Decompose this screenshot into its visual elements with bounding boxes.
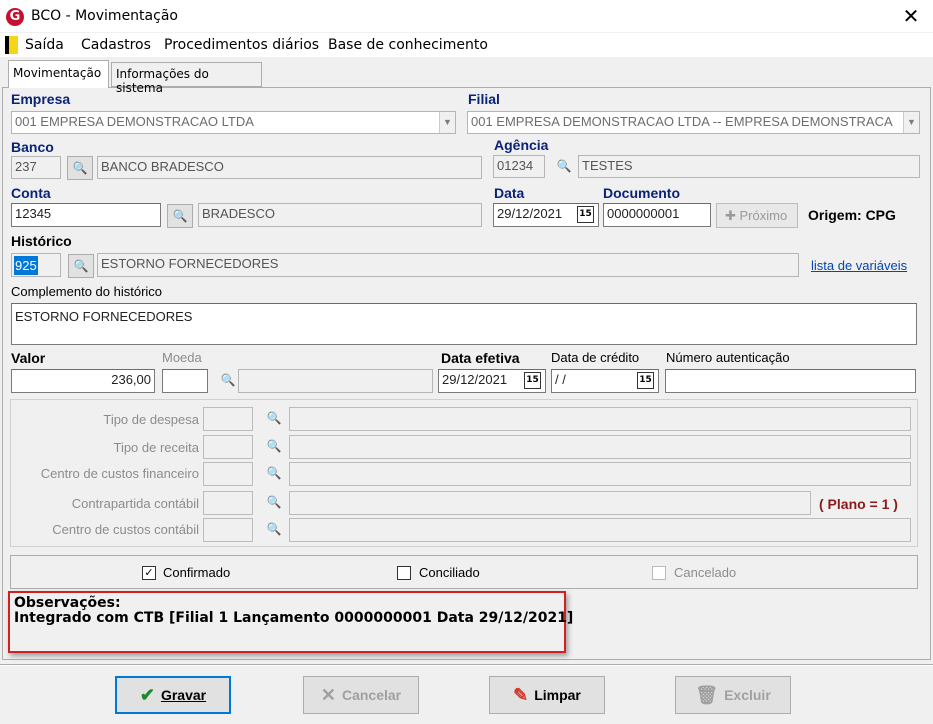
agencia-search-binoculars-icon[interactable]: 🔍 xyxy=(551,155,577,179)
historico-code-field[interactable]: 925 xyxy=(11,253,61,277)
limpar-label: Limpar xyxy=(534,687,581,703)
cancelar-label: Cancelar xyxy=(341,687,402,703)
proximo-button[interactable]: ✚ Próximo xyxy=(716,203,798,228)
conta-code-field[interactable]: 12345 xyxy=(11,203,161,227)
data-label: Data xyxy=(494,185,525,201)
agencia-label: Agência xyxy=(494,137,549,153)
observacoes-title: Observações: xyxy=(14,595,121,611)
historico-label: Histórico xyxy=(11,233,72,249)
plus-icon: ✚ xyxy=(725,208,740,223)
cancelado-label: Cancelado xyxy=(674,565,737,580)
confirmado-checkbox[interactable]: ✓ xyxy=(142,566,156,580)
conciliado-checkbox[interactable] xyxy=(397,566,411,580)
complemento-label: Complemento do histórico xyxy=(11,284,163,299)
numero-autenticacao-field[interactable] xyxy=(665,369,916,393)
valor-field[interactable]: 236,00 xyxy=(11,369,155,393)
empresa-select[interactable]: 001 EMPRESA DEMONSTRACAO LTDA xyxy=(11,111,456,134)
documento-field[interactable]: 0000000001 xyxy=(603,203,711,227)
menu-base-conhecimento[interactable]: Base de conhecimento xyxy=(328,37,488,53)
window-title: BCO - Movimentação xyxy=(31,8,178,24)
exit-door-icon[interactable] xyxy=(5,36,18,54)
tipo-receita-code xyxy=(203,435,253,459)
cancelar-button: ✕ Cancelar xyxy=(303,676,419,714)
menu-cadastros[interactable]: Cadastros xyxy=(81,37,151,53)
numero-autenticacao-label: Número autenticação xyxy=(666,350,790,365)
excluir-button: 🗑 Excluir xyxy=(675,676,791,714)
centro-custos-financeiro-name xyxy=(289,462,911,486)
app-logo-icon: G xyxy=(6,8,24,26)
data-credito-calendar-icon[interactable]: 15 xyxy=(637,372,654,389)
moeda-label: Moeda xyxy=(162,350,202,365)
limpar-button[interactable]: ✎ Limpar xyxy=(489,676,605,714)
tipo-receita-name xyxy=(289,435,911,459)
contrapartida-contabil-code xyxy=(203,491,253,515)
eraser-icon: ✎ xyxy=(513,684,529,705)
menu-procedimentos-diarios[interactable]: Procedimentos diários xyxy=(164,37,319,53)
centro-custos-contabil-name xyxy=(289,518,911,542)
observacoes-text: Integrado com CTB [Filial 1 Lançamento 0… xyxy=(14,610,574,626)
complemento-textarea[interactable]: ESTORNO FORNECEDORES xyxy=(11,303,917,345)
centro-custos-financeiro-label: Centro de custos financeiro xyxy=(40,466,199,481)
conta-name-field: BRADESCO xyxy=(198,203,482,227)
data-efetiva-label: Data efetiva xyxy=(441,350,520,366)
tipo-despesa-label: Tipo de despesa xyxy=(103,412,199,427)
moeda-code-field[interactable] xyxy=(162,369,208,393)
proximo-label: Próximo xyxy=(739,208,788,223)
centro-custos-contabil-code xyxy=(203,518,253,542)
tipo-despesa-name xyxy=(289,407,911,431)
banco-label: Banco xyxy=(11,139,54,155)
origem-text: Origem: CPG xyxy=(808,207,896,223)
filial-select[interactable]: 001 EMPRESA DEMONSTRACAO LTDA -- EMPRESA… xyxy=(467,111,920,134)
empresa-label: Empresa xyxy=(11,91,71,107)
historico-search-binoculars-icon[interactable]: 🔍 xyxy=(68,254,94,278)
excluir-label: Excluir xyxy=(724,687,771,703)
filial-label: Filial xyxy=(468,91,500,107)
close-icon[interactable]: ✕ xyxy=(900,4,922,28)
data-calendar-icon[interactable]: 15 xyxy=(577,206,594,223)
conta-search-binoculars-icon[interactable]: 🔍 xyxy=(167,204,193,228)
gravar-label: Gravar xyxy=(160,687,207,703)
conciliado-label[interactable]: Conciliado xyxy=(419,565,480,580)
empresa-dropdown-icon[interactable]: ▼ xyxy=(439,112,455,133)
centro-custos-contabil-label: Centro de custos contábil xyxy=(52,522,199,537)
documento-label: Documento xyxy=(603,185,680,201)
tab-movimentacao[interactable]: Movimentação xyxy=(8,60,109,88)
cancel-x-icon: ✕ xyxy=(320,684,336,705)
centro-custos-financeiro-code xyxy=(203,462,253,486)
contrapartida-contabil-label: Contrapartida contábil xyxy=(71,496,199,511)
gravar-button[interactable]: ✔ Gravar xyxy=(115,676,231,714)
data-credito-label: Data de crédito xyxy=(551,350,640,365)
plano-text: ( Plano = 1 ) xyxy=(819,496,898,512)
banco-search-binoculars-icon[interactable]: 🔍 xyxy=(67,156,93,180)
tipo-despesa-binoculars-icon: 🔍 xyxy=(266,411,282,425)
confirmado-label[interactable]: Confirmado xyxy=(163,565,230,580)
valor-label: Valor xyxy=(11,350,46,366)
trash-icon: 🗑 xyxy=(695,684,719,705)
lista-variaveis-link[interactable]: lista de variáveis xyxy=(811,258,907,273)
cancelado-checkbox xyxy=(652,566,666,580)
tipo-despesa-code xyxy=(203,407,253,431)
checkmark-icon: ✔ xyxy=(139,684,155,705)
contrapartida-contabil-binoculars-icon: 🔍 xyxy=(266,495,282,509)
contrapartida-contabil-name xyxy=(289,491,811,515)
banco-name-field: BANCO BRADESCO xyxy=(97,156,482,179)
historico-code-selected: 925 xyxy=(14,256,38,275)
centro-custos-financeiro-binoculars-icon: 🔍 xyxy=(266,466,282,480)
data-efetiva-calendar-icon[interactable]: 15 xyxy=(524,372,541,389)
filial-dropdown-icon[interactable]: ▼ xyxy=(903,112,919,133)
conta-label: Conta xyxy=(11,185,51,201)
tipo-receita-binoculars-icon: 🔍 xyxy=(266,439,282,453)
banco-code-field[interactable]: 237 xyxy=(11,156,61,179)
menu-saida[interactable]: Saída xyxy=(25,37,64,53)
agencia-name-field: TESTES xyxy=(578,155,920,178)
footer-separator xyxy=(0,664,933,666)
historico-name-field: ESTORNO FORNECEDORES xyxy=(97,253,799,277)
agencia-code-field[interactable]: 01234 xyxy=(493,155,545,178)
tab-informacoes-sistema[interactable]: Informações do sistema xyxy=(111,62,262,95)
moeda-name-field xyxy=(238,369,433,393)
centro-custos-contabil-binoculars-icon: 🔍 xyxy=(266,522,282,536)
tipo-receita-label: Tipo de receita xyxy=(113,440,199,455)
